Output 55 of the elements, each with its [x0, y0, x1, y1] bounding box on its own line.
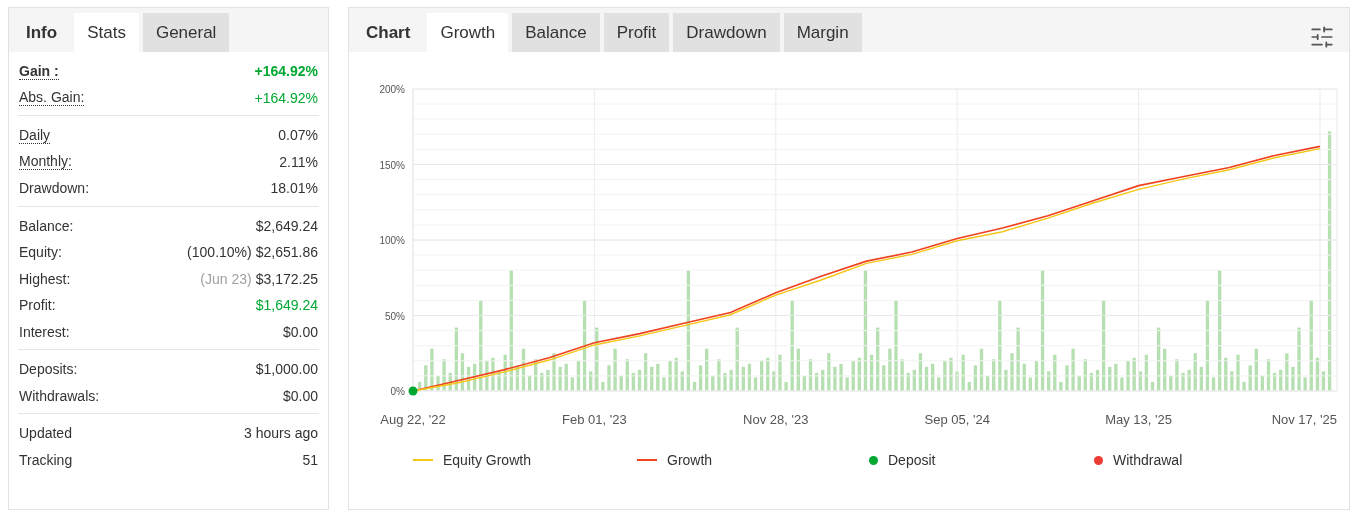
tab[interactable]: Balance: [512, 13, 600, 52]
stat-label: Profit:: [19, 297, 56, 314]
stat-value: 18.01%: [270, 180, 318, 197]
y-axis-label: 50%: [385, 310, 405, 322]
tab[interactable]: Growth: [427, 13, 509, 52]
tab[interactable]: Margin: [783, 13, 862, 52]
stat-value: $3,172.25: [255, 270, 318, 287]
stat-value: 3 hours ago: [244, 425, 318, 442]
x-axis-label: Nov 28, '23: [743, 412, 809, 427]
stat-label: Highest:: [19, 270, 71, 287]
stat-label: Balance:: [19, 217, 74, 234]
stat-label: Withdrawals:: [19, 387, 100, 404]
x-axis-label: Feb 01, '23: [562, 412, 627, 427]
settings-button[interactable]: [1309, 24, 1335, 50]
stat-value: $2,649.24: [255, 217, 318, 234]
legend-label[interactable]: Growth: [667, 452, 713, 468]
tab[interactable]: General: [142, 13, 230, 52]
stat-value: $1,649.24: [255, 297, 318, 314]
stat-value: +164.92%: [254, 89, 318, 106]
legend-label[interactable]: Deposit: [888, 452, 936, 468]
stat-value: 51: [302, 451, 318, 468]
y-axis-label: 100%: [379, 235, 405, 246]
stat-note: (Jun 23): [200, 270, 252, 287]
stat-value: $2,651.86: [255, 244, 318, 261]
stat-value: $0.00: [282, 387, 318, 404]
stat-value: +164.92%: [254, 63, 318, 80]
stat-label: Equity:: [19, 244, 62, 261]
stat-label: Drawdown:: [19, 180, 90, 197]
stat-label: Tracking: [19, 451, 73, 468]
stat-value: 2.11%: [279, 153, 318, 170]
stat-value: $0.00: [282, 323, 318, 340]
stat-value: 0.07%: [278, 127, 318, 144]
y-axis-label: 200%: [379, 84, 405, 95]
stat-label: Deposits:: [19, 361, 78, 378]
stat-label: Monthly:: [19, 153, 72, 171]
y-axis-label: 0%: [390, 386, 405, 397]
x-axis-label: May 13, '25: [1105, 412, 1172, 427]
tab[interactable]: Profit: [603, 13, 670, 52]
tab[interactable]: Drawdown: [673, 13, 780, 52]
x-axis-label: Nov 17, '25: [1271, 412, 1337, 427]
legend-label[interactable]: Equity Growth: [443, 452, 531, 468]
tab[interactable]: Stats: [74, 13, 139, 52]
x-axis-label: Sep 05, '24: [924, 412, 990, 427]
stat-value: $1,000.00: [255, 361, 318, 378]
stat-note: (100.10%): [187, 244, 252, 261]
panel-title: Chart: [365, 21, 412, 44]
stat-label: Updated: [19, 425, 72, 442]
x-axis-label: Aug 22, '22: [380, 412, 446, 427]
stat-label: Daily: [19, 126, 51, 144]
stat-label: Abs. Gain:: [19, 89, 85, 107]
panel-title: Info: [25, 21, 59, 44]
stat-label: Interest:: [19, 323, 70, 340]
y-axis-label: 150%: [379, 159, 405, 171]
stat-label: Gain :: [19, 62, 59, 80]
legend-label[interactable]: Withdrawal: [1113, 452, 1183, 468]
